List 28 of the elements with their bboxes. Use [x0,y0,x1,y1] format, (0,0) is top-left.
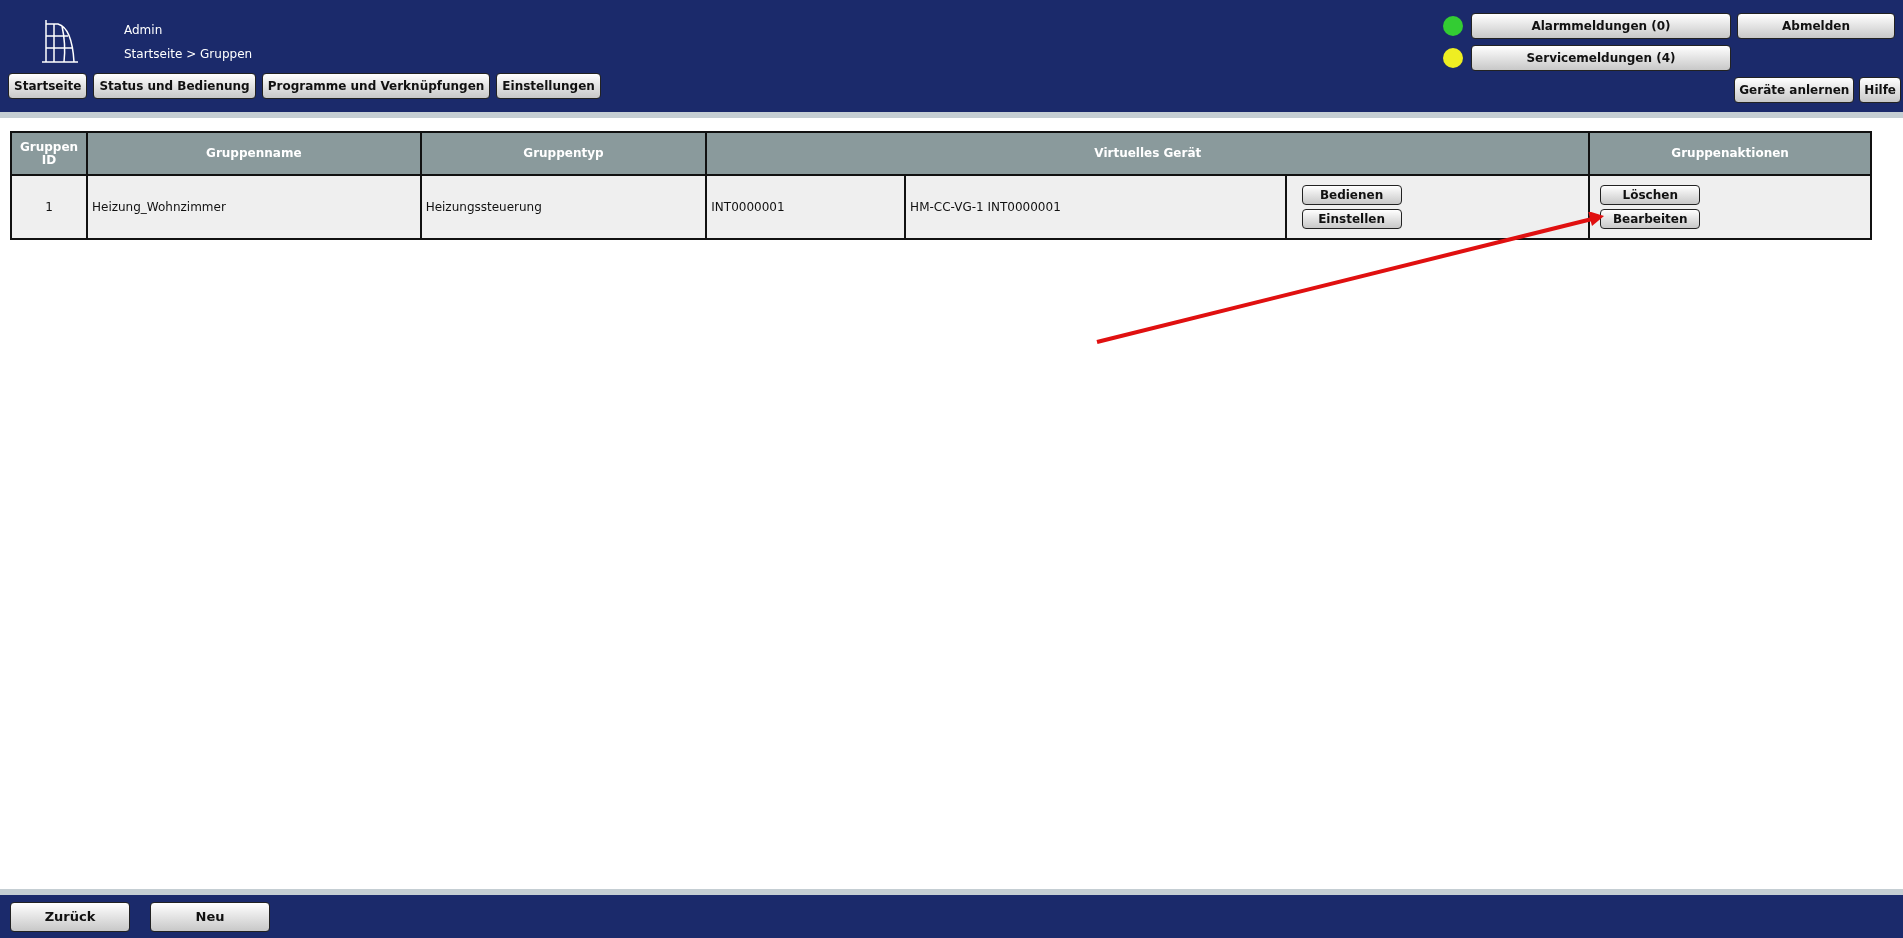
table-cell: Heizung_Wohnzimmer [86,175,421,239]
column-header: Gruppentyp [420,132,707,175]
table-cell: Heizungssteuerung [420,175,707,239]
header-button[interactable]: Geräte anlernen [1734,77,1855,103]
nav-button[interactable]: Einstellungen [496,73,601,99]
action-button[interactable]: Löschen [1600,185,1701,205]
nav-button[interactable]: Startseite [8,73,88,99]
device-button[interactable]: Bedienen [1301,185,1402,205]
column-header: Gruppen ID [11,132,87,175]
breadcrumb: Startseite > Gruppen [124,46,253,63]
header-button[interactable]: Hilfe [1859,77,1901,103]
column-header: Virtuelles Gerät [706,132,1590,175]
logout-button[interactable]: Abmelden [1737,13,1895,39]
table-cell: INT0000001 [706,175,906,239]
logo-icon [40,18,80,64]
nav-button[interactable]: Status und Bedienung [93,73,256,99]
column-header: Gruppenaktionen [1589,132,1871,175]
nav-button[interactable]: Programme und Verknüpfungen [261,73,491,99]
table-cell: 1 [11,175,87,239]
column-header: Gruppenname [86,132,421,175]
table-cell: HM-CC-VG-1 INT0000001 [905,175,1286,239]
user-name: Admin [124,22,164,39]
messages-button[interactable]: Servicemeldungen (4) [1471,45,1731,71]
action-button[interactable]: Bearbeiten [1600,209,1701,229]
messages-button[interactable]: Alarmmeldungen (0) [1471,13,1731,39]
footer-button[interactable]: Zurück [10,901,130,932]
footer-button[interactable]: Neu [150,901,270,932]
device-button[interactable]: Einstellen [1301,209,1402,229]
